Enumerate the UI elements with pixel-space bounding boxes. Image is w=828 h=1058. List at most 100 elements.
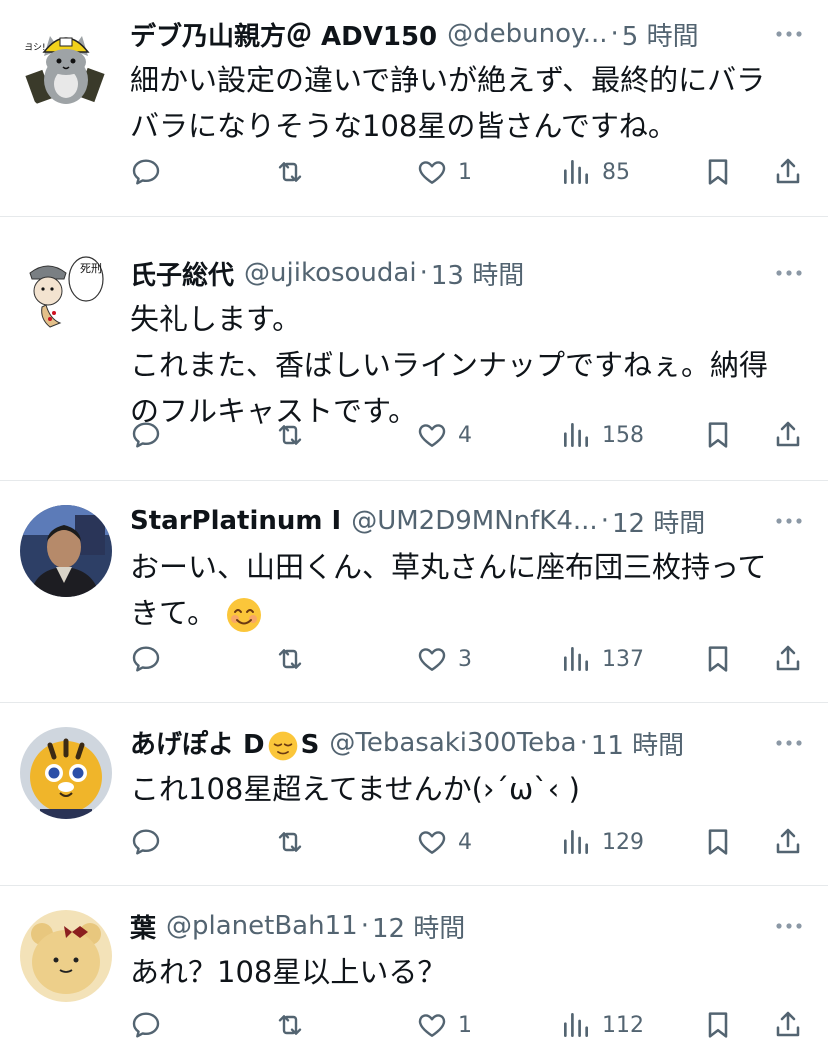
tweet-text-line: バラになりそうな108星の皆さんですね。	[130, 109, 677, 143]
user-handle[interactable]: @ujikosoudai	[244, 258, 417, 288]
like-button[interactable]: 1	[416, 152, 472, 192]
bookmark-button[interactable]	[702, 1005, 734, 1045]
avatar[interactable]: ヨシ!	[20, 22, 112, 114]
bookmark-button[interactable]	[702, 415, 734, 455]
tweet[interactable]: 葉 @planetBah11 · 12 時間 あれ？108星以上いる？ 1 11…	[0, 886, 828, 1058]
more-options-button[interactable]	[772, 501, 806, 541]
reply-button[interactable]	[130, 822, 162, 862]
share-icon	[776, 158, 800, 184]
view-count: 85	[602, 159, 630, 185]
tweet-text-line: おーい、山田くん、草丸さんに座布団三枚持って	[130, 550, 767, 584]
tweet-header: 氏子総代 @ujikosoudai · 13 時間	[130, 253, 806, 293]
bookmark-icon	[708, 159, 728, 185]
share-button[interactable]	[772, 822, 804, 862]
tweet[interactable]: ヨシ! デブ乃山親方＠ ADV150 @debunoy... · 5 時間 細か…	[0, 0, 828, 217]
like-button[interactable]: 3	[416, 639, 472, 679]
man-photo-avatar-icon	[20, 505, 112, 597]
tweet[interactable]: StarPlatinum I @UM2D9MNnfK4... · 12 時間 お…	[0, 481, 828, 703]
heart-icon	[418, 161, 446, 184]
bookmark-button[interactable]	[702, 152, 734, 192]
like-button[interactable]: 4	[416, 415, 472, 455]
action-bar: 1 85	[0, 152, 828, 192]
like-button[interactable]: 4	[416, 822, 472, 862]
reply-icon	[132, 646, 160, 672]
tweet-header: あげぽよ D S @Tebasaki300Teba · 11 時間	[130, 723, 806, 763]
more-options-button[interactable]	[772, 14, 806, 54]
svg-text:ヨシ!: ヨシ!	[24, 43, 46, 53]
views-bar-chart-icon	[564, 160, 588, 184]
more-options-button[interactable]	[772, 723, 806, 763]
views-button[interactable]: 137	[560, 639, 644, 679]
views-button[interactable]: 112	[560, 1005, 644, 1045]
action-bar: 4 158	[0, 415, 828, 455]
like-count: 4	[458, 829, 472, 855]
reply-icon	[132, 1012, 160, 1038]
retweet-button[interactable]	[274, 822, 306, 862]
bear-ribbon-avatar-icon	[20, 910, 112, 1002]
display-name[interactable]: StarPlatinum I	[130, 506, 341, 536]
bookmark-icon	[708, 422, 728, 448]
retweet-icon	[278, 425, 302, 445]
timestamp[interactable]: 12 時間	[612, 503, 705, 540]
user-handle[interactable]: @Tebasaki300Teba	[329, 728, 576, 758]
share-icon	[776, 828, 800, 854]
like-count: 1	[458, 159, 472, 185]
relieved-face-emoji-icon	[267, 730, 299, 762]
bookmark-button[interactable]	[702, 822, 734, 862]
share-button[interactable]	[772, 415, 804, 455]
bookmark-icon	[708, 1012, 728, 1038]
separator-dot: ·	[600, 506, 609, 536]
avatar[interactable]	[20, 727, 112, 819]
share-button[interactable]	[772, 639, 804, 679]
user-handle[interactable]: @planetBah11	[166, 911, 358, 941]
display-name[interactable]: 氏子総代	[130, 255, 234, 292]
bookmark-button[interactable]	[702, 639, 734, 679]
tweet-header: デブ乃山親方＠ ADV150 @debunoy... · 5 時間	[130, 14, 806, 54]
timestamp[interactable]: 13 時間	[431, 255, 524, 292]
timestamp[interactable]: 11 時間	[591, 725, 684, 762]
separator-dot: ·	[419, 258, 428, 288]
reply-button[interactable]	[130, 415, 162, 455]
share-button[interactable]	[772, 152, 804, 192]
retweet-button[interactable]	[274, 152, 306, 192]
like-button[interactable]: 1	[416, 1005, 472, 1045]
retweet-button[interactable]	[274, 639, 306, 679]
like-count: 1	[458, 1012, 472, 1038]
tweet-text: おーい、山田くん、草丸さんに座布団三枚持って きて。	[130, 544, 806, 636]
bookmark-icon	[708, 829, 728, 855]
views-button[interactable]: 129	[560, 822, 644, 862]
tiger-mascot-avatar-icon	[20, 727, 112, 819]
views-button[interactable]: 85	[560, 152, 630, 192]
tweet[interactable]: あげぽよ D S @Tebasaki300Teba · 11 時間 これ108星超…	[0, 703, 828, 886]
separator-dot: ·	[610, 19, 619, 49]
display-name[interactable]: あげぽよ D S	[130, 724, 319, 762]
view-count: 129	[602, 829, 644, 855]
reply-button[interactable]	[130, 152, 162, 192]
views-button[interactable]: 158	[560, 415, 644, 455]
more-options-button[interactable]	[772, 253, 806, 293]
tweet-text-line: これまた、香ばしいラインナップですねぇ。納得	[130, 348, 769, 382]
tweet-text-line: これ108星超えてませんか(›´ω`‹ )	[130, 772, 580, 806]
user-handle[interactable]: @UM2D9MNnfK4...	[351, 506, 597, 536]
avatar[interactable]	[20, 910, 112, 1002]
user-handle[interactable]: @debunoy...	[447, 19, 607, 49]
retweet-icon	[278, 832, 302, 852]
retweet-button[interactable]	[274, 415, 306, 455]
manga-character-avatar-icon: 死刑	[20, 239, 112, 331]
avatar[interactable]	[20, 505, 112, 597]
retweet-button[interactable]	[274, 1005, 306, 1045]
manga-speech-text: 死刑	[80, 262, 102, 275]
tweet[interactable]: 死刑 氏子総代 @ujikosoudai · 13 時間 失礼します。 これまた…	[0, 217, 828, 481]
display-name[interactable]: 葉	[130, 908, 156, 945]
timestamp[interactable]: 12 時間	[372, 908, 465, 945]
display-name[interactable]: デブ乃山親方＠ ADV150	[130, 16, 437, 53]
smiling-face-emoji-icon	[225, 596, 263, 634]
retweet-icon	[278, 162, 302, 182]
heart-icon	[418, 1014, 446, 1037]
more-options-button[interactable]	[772, 906, 806, 946]
share-button[interactable]	[772, 1005, 804, 1045]
reply-button[interactable]	[130, 639, 162, 679]
reply-button[interactable]	[130, 1005, 162, 1045]
avatar[interactable]: 死刑	[20, 239, 112, 331]
timestamp[interactable]: 5 時間	[622, 16, 699, 53]
